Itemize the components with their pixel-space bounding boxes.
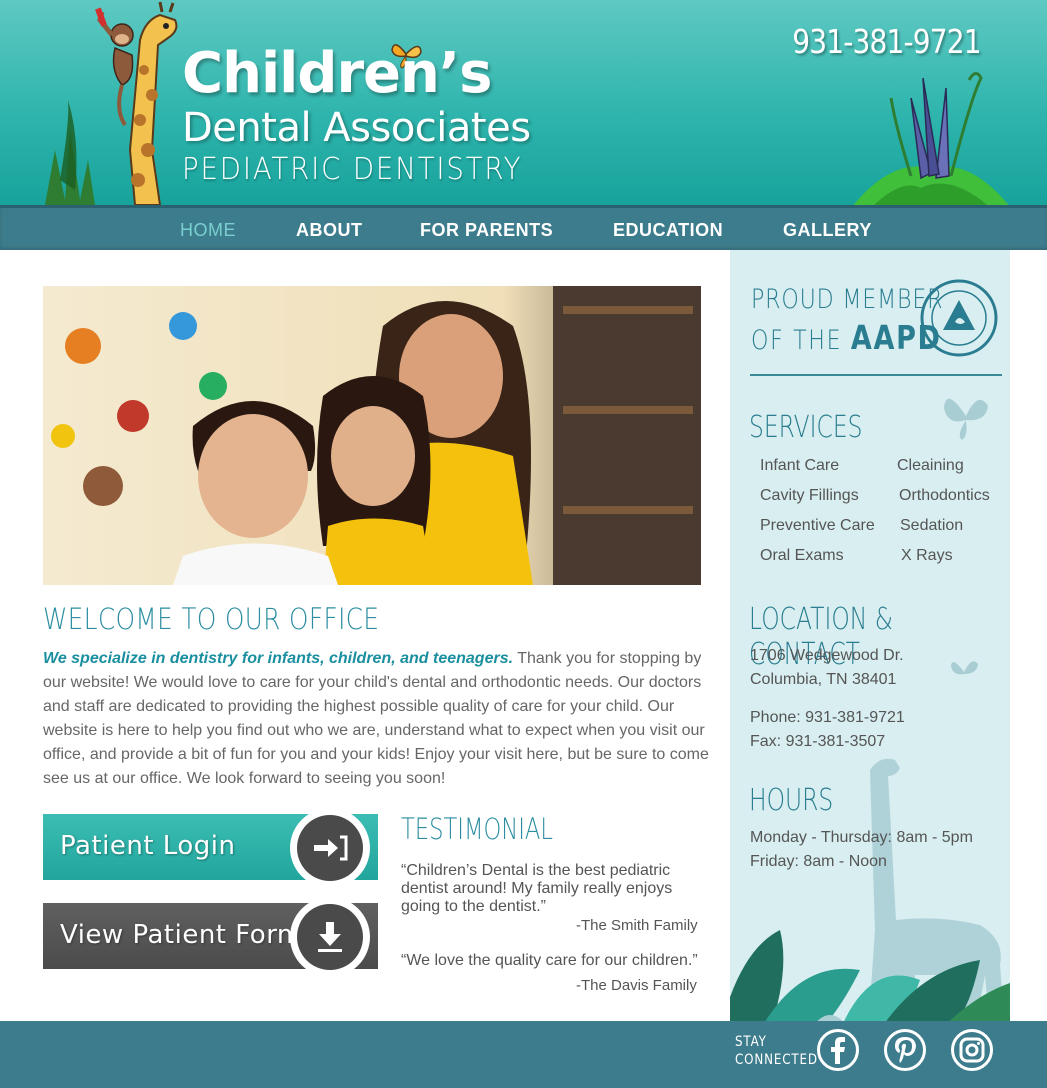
nav-about[interactable]: ABOUT — [296, 220, 363, 241]
service-item[interactable]: Cavity Fillings — [760, 487, 859, 505]
testimonial-quote: “Children’s Dental is the best pediatric… — [401, 862, 673, 915]
service-item[interactable]: Infant Care — [760, 457, 839, 475]
services-heading: SERVICES — [749, 410, 863, 445]
welcome-paragraph: We specialize in dentistry for infants, … — [43, 647, 709, 791]
butterfly-icon — [951, 661, 978, 675]
instagram-icon[interactable] — [951, 1029, 993, 1071]
leaves-decoration-icon — [730, 930, 1010, 1021]
hours-weekday: Monday - Thursday: 8am - 5pm — [750, 829, 973, 846]
testimonial-quote: “We love the quality care for our childr… — [401, 952, 698, 969]
nav-gallery[interactable]: GALLERY — [783, 220, 872, 241]
service-item[interactable]: Orthodontics — [899, 487, 990, 505]
contact-phone[interactable]: Phone: 931-381-9721 — [750, 709, 905, 727]
sidebar: PROUD MEMBER OF THE AAPD SERVICES Infant… — [730, 250, 1010, 1021]
service-item[interactable]: Sedation — [900, 517, 963, 535]
welcome-heading: WELCOME TO OUR OFFICE — [43, 602, 380, 636]
address-line-1: 1706 Wedgewood Dr. — [750, 647, 904, 664]
testimonial-heading: TESTIMONIAL — [401, 812, 553, 846]
logo-subtitle: Dental Associates — [182, 105, 531, 151]
sidebar-divider — [750, 374, 1002, 376]
nav-home[interactable]: HOME — [180, 220, 236, 241]
logo-title: Children’s — [182, 41, 493, 106]
service-item[interactable]: Oral Exams — [760, 547, 844, 565]
stay-connected-label: STAY CONNECTED — [735, 1034, 818, 1068]
view-patient-form-label: View Patient Form — [60, 920, 303, 950]
hero-photo-children — [43, 286, 701, 585]
butterfly-icon — [944, 398, 988, 440]
contact-fax: Fax: 931-381-3507 — [750, 733, 886, 750]
logo-tagline: PEDIATRIC DENTISTRY — [182, 152, 523, 187]
service-item[interactable]: Preventive Care — [760, 517, 875, 535]
testimonial-author: -The Smith Family — [576, 917, 698, 934]
patient-login-button[interactable]: Patient Login — [43, 808, 378, 888]
nav-education[interactable]: EDUCATION — [613, 220, 723, 241]
patient-login-label: Patient Login — [60, 831, 236, 861]
aapd-seal-icon[interactable] — [919, 278, 999, 358]
header-phone[interactable]: 931-381-9721 — [792, 22, 981, 61]
facebook-icon[interactable] — [817, 1029, 859, 1071]
plant-decoration-icon — [853, 72, 1009, 205]
address-line-2: Columbia, TN 38401 — [750, 671, 897, 688]
welcome-highlight: We specialize in dentistry for infants, … — [43, 650, 514, 667]
site-footer: STAY CONNECTED — [0, 1021, 1047, 1088]
login-circle — [290, 808, 370, 888]
testimonial-author: -The Davis Family — [576, 977, 697, 994]
welcome-text: Thank you for stopping by our website! W… — [43, 650, 709, 787]
site-header: Children’s Dental Associates PEDIATRIC D… — [0, 0, 1047, 205]
login-arrow-icon — [314, 835, 348, 861]
hours-friday: Friday: 8am - Noon — [750, 853, 887, 870]
site-logo[interactable]: Children’s Dental Associates PEDIATRIC D… — [182, 42, 552, 188]
hours-heading: HOURS — [749, 783, 834, 818]
form-circle — [290, 897, 370, 977]
giraffe-monkey-logo-icon[interactable] — [40, 0, 190, 205]
pinterest-icon[interactable] — [884, 1029, 926, 1071]
nav-for-parents[interactable]: FOR PARENTS — [420, 220, 553, 241]
main-nav: HOME ABOUT FOR PARENTS EDUCATION GALLERY — [0, 205, 1047, 250]
download-icon — [318, 922, 342, 952]
view-patient-form-button[interactable]: View Patient Form — [43, 897, 378, 977]
aapd-of-the: OF THE AAPD — [751, 318, 942, 357]
service-item[interactable]: Cleaining — [897, 457, 964, 475]
service-item[interactable]: X Rays — [901, 547, 953, 565]
aapd-proud-member: PROUD MEMBER — [751, 284, 944, 315]
